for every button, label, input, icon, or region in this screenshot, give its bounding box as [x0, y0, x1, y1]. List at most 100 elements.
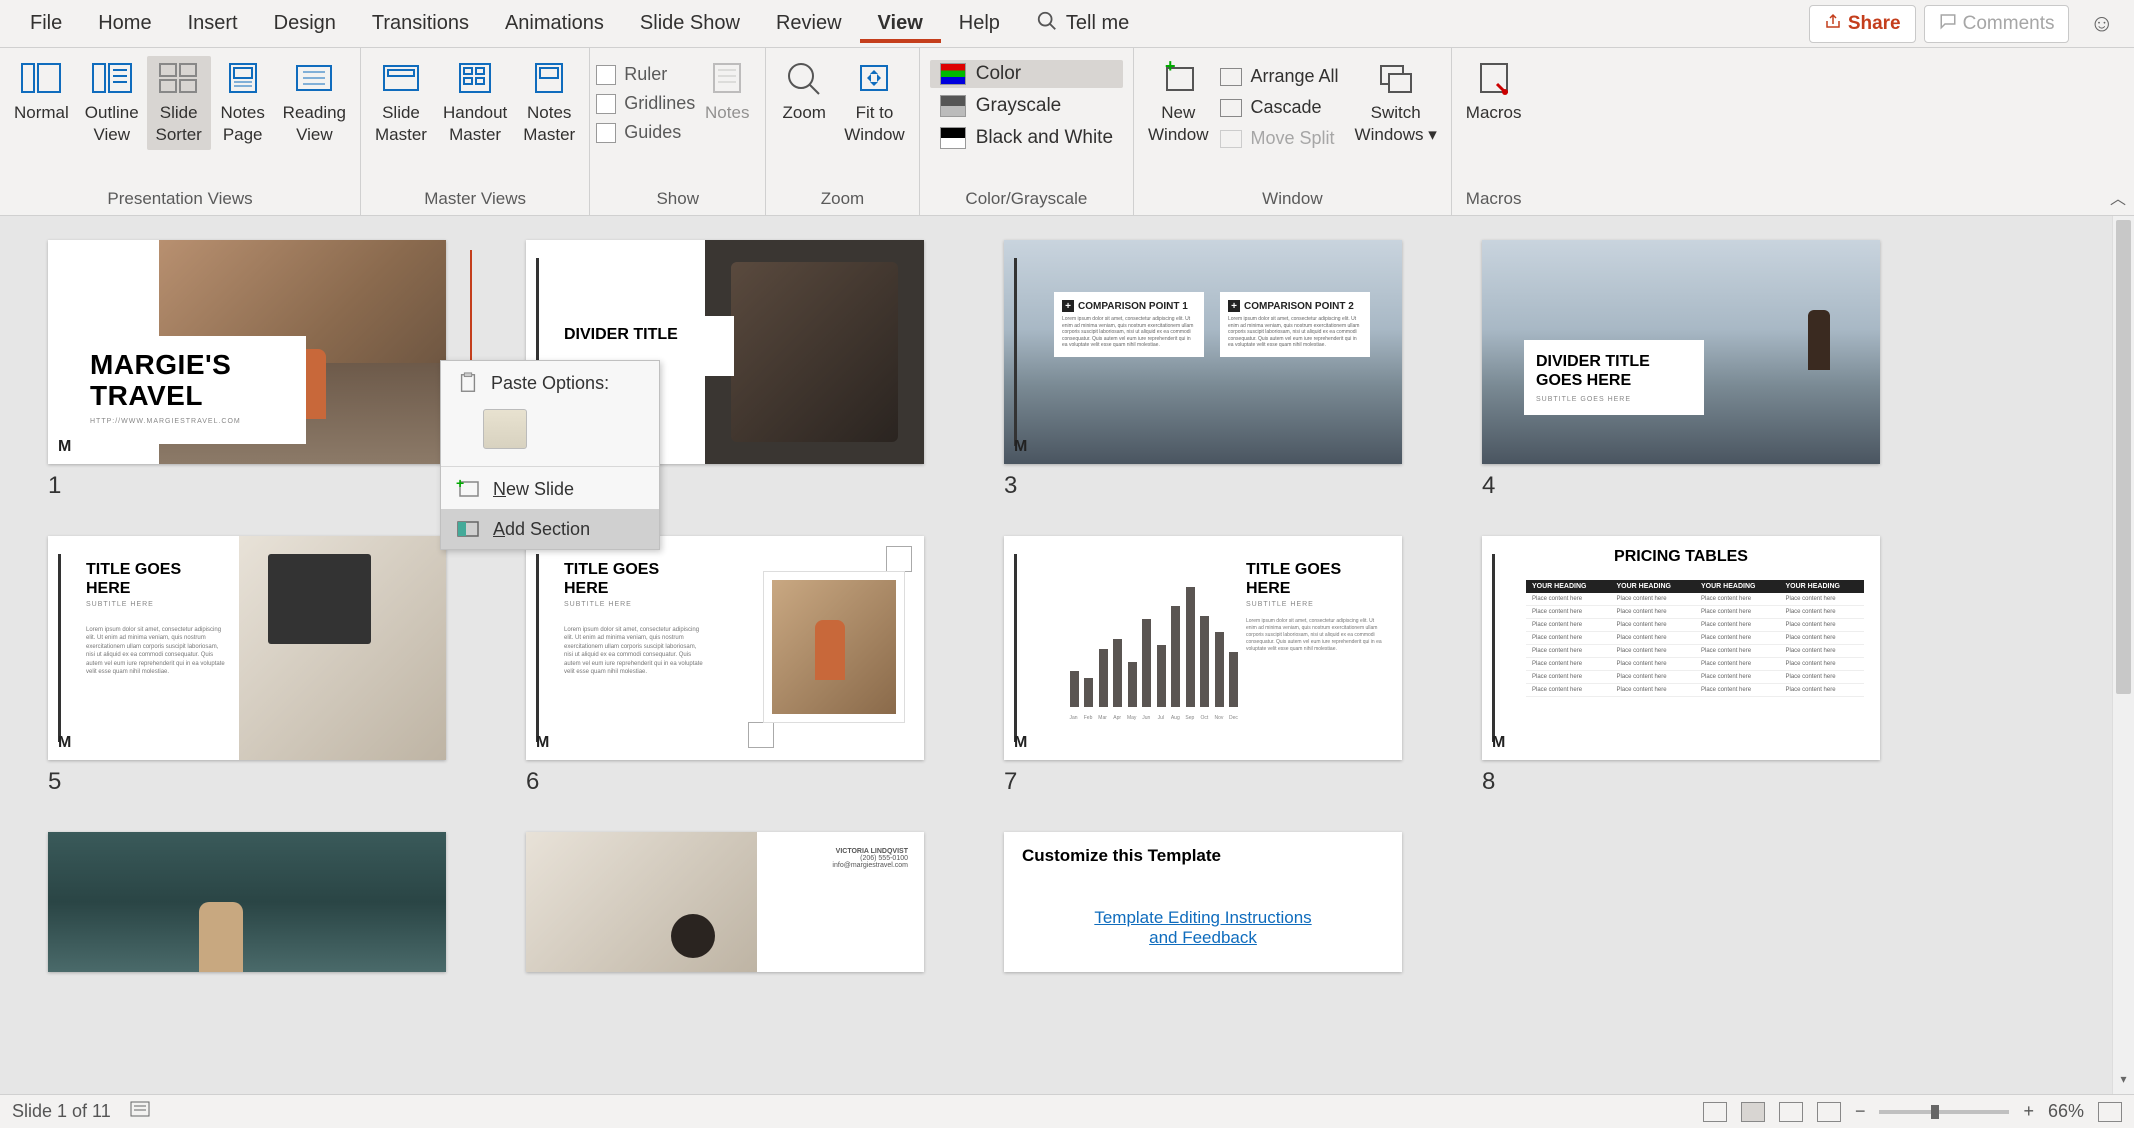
paste-options-header: Paste Options:	[441, 361, 659, 405]
fit-to-window-button[interactable]: Fit toWindow	[836, 56, 912, 150]
slide-master-button[interactable]: SlideMaster	[367, 56, 435, 150]
group-show: Ruler Gridlines Guides Notes Show	[590, 48, 766, 215]
group-label: Macros	[1452, 185, 1536, 215]
slide-thumb-7[interactable]: M JanFebMarAprMayJunJulAugSepOctNovDec T…	[1004, 536, 1402, 796]
macros-button[interactable]: Macros	[1458, 56, 1530, 128]
arrange-all-button[interactable]: Arrange All	[1220, 64, 1338, 89]
zoom-button[interactable]: Zoom	[772, 56, 836, 128]
slide-thumb-4[interactable]: DIVIDER TITLEGOES HERE SUBTITLE GOES HER…	[1482, 240, 1880, 500]
group-label: Zoom	[766, 185, 918, 215]
slide-sorter-view-icon[interactable]	[1741, 1102, 1765, 1122]
notes-button: Notes	[695, 56, 759, 128]
feedback-icon[interactable]: ☺	[2089, 10, 2114, 38]
black-white-option[interactable]: Black and White	[930, 124, 1123, 152]
cascade-button[interactable]: Cascade	[1220, 95, 1338, 120]
reading-view-icon[interactable]	[1779, 1102, 1803, 1122]
menu-animations[interactable]: Animations	[487, 4, 622, 43]
group-label: Presentation Views	[0, 185, 360, 215]
zoom-out-button[interactable]: −	[1855, 1101, 1866, 1122]
context-menu: Paste Options: + New Slide Add Section	[440, 360, 660, 550]
slide-number: 1	[48, 472, 446, 500]
share-label: Share	[1848, 13, 1901, 35]
outline-view-button[interactable]: OutlineView	[77, 56, 147, 150]
slide-title: MARGIE'STRAVEL	[90, 350, 292, 412]
normal-view-icon[interactable]	[1703, 1102, 1727, 1122]
menu-view[interactable]: View	[860, 4, 941, 43]
guides-checkbox[interactable]: Guides	[596, 122, 695, 143]
tell-me[interactable]: Tell me	[1018, 2, 1147, 46]
scrollbar-thumb[interactable]	[2116, 220, 2131, 694]
slide-thumb-3[interactable]: M +COMPARISON POINT 1 Lorem ipsum dolor …	[1004, 240, 1402, 500]
menu-help[interactable]: Help	[941, 4, 1018, 43]
slide-thumb-10[interactable]: VICTORIA LINDQVIST (206) 555-0100 info@m…	[526, 832, 924, 972]
slide-sorter-canvas[interactable]: MARGIE'STRAVEL HTTP://WWW.MARGIESTRAVEL.…	[0, 216, 2112, 1094]
slide-counter: Slide 1 of 11	[12, 1101, 111, 1122]
zoom-level[interactable]: 66%	[2048, 1101, 2084, 1122]
zoom-in-button[interactable]: +	[2023, 1101, 2034, 1122]
group-label: Window	[1134, 185, 1451, 215]
svg-text:+: +	[456, 478, 464, 491]
menu-design[interactable]: Design	[256, 4, 354, 43]
slide-thumb-6[interactable]: M TITLE GOESHERE SUBTITLE HERE Lorem ips…	[526, 536, 924, 796]
menu-review[interactable]: Review	[758, 4, 860, 43]
notes-master-button[interactable]: NotesMaster	[515, 56, 583, 150]
group-zoom: Zoom Fit toWindow Zoom	[766, 48, 919, 215]
comment-icon	[1939, 12, 1957, 36]
add-section-icon	[455, 517, 481, 541]
notes-page-button[interactable]: NotesPage	[211, 56, 275, 150]
group-presentation-views: Normal OutlineView SlideSorter NotesPage…	[0, 48, 361, 215]
slide-number: 7	[1004, 768, 1402, 796]
ruler-checkbox[interactable]: Ruler	[596, 64, 695, 85]
collapse-ribbon-icon[interactable]: ︿	[2110, 185, 2126, 209]
slide-sorter-button[interactable]: SlideSorter	[147, 56, 211, 150]
vertical-scrollbar[interactable]: ▴ ▾	[2112, 216, 2134, 1094]
slide-number: 3	[1004, 472, 1402, 500]
ribbon-view: Normal OutlineView SlideSorter NotesPage…	[0, 48, 2134, 216]
menu-slideshow[interactable]: Slide Show	[622, 4, 758, 43]
slide-number: 8	[1482, 768, 1880, 796]
gridlines-checkbox[interactable]: Gridlines	[596, 93, 695, 114]
menubar: File Home Insert Design Transitions Anim…	[0, 0, 2134, 48]
slideshow-view-icon[interactable]	[1817, 1102, 1841, 1122]
comments-button[interactable]: Comments	[1924, 5, 2070, 43]
group-label: Master Views	[361, 185, 589, 215]
share-button[interactable]: Share	[1809, 5, 1916, 43]
slide-thumb-1[interactable]: MARGIE'STRAVEL HTTP://WWW.MARGIESTRAVEL.…	[48, 240, 446, 500]
paste-icon	[455, 371, 481, 395]
color-option[interactable]: Color	[930, 60, 1123, 88]
menu-file[interactable]: File	[12, 4, 80, 43]
menu-insert[interactable]: Insert	[170, 4, 256, 43]
group-color-grayscale: Color Grayscale Black and White Color/Gr…	[920, 48, 1134, 215]
grayscale-option[interactable]: Grayscale	[930, 92, 1123, 120]
slide-thumb-8[interactable]: M PRICING TABLES YOUR HEADINGYOUR HEADIN…	[1482, 536, 1880, 796]
group-label: Show	[590, 185, 765, 215]
status-bar: Slide 1 of 11 − + 66%	[0, 1094, 2134, 1128]
scroll-down-icon[interactable]: ▾	[2113, 1072, 2134, 1094]
share-icon	[1824, 12, 1842, 36]
paste-option-keep-formatting[interactable]	[483, 409, 527, 449]
slide-thumb-5[interactable]: M TITLE GOESHERE SUBTITLE HERE Lorem ips…	[48, 536, 446, 796]
group-macros: Macros Macros	[1452, 48, 1536, 215]
menu-home[interactable]: Home	[80, 4, 169, 43]
slide-thumb-11[interactable]: Customize this Template Template Editing…	[1004, 832, 1402, 972]
reading-view-button[interactable]: ReadingView	[275, 56, 354, 150]
comments-label: Comments	[1963, 13, 2055, 35]
fit-to-window-icon[interactable]	[2098, 1102, 2122, 1122]
slide-number: 5	[48, 768, 446, 796]
new-slide-menuitem[interactable]: + New Slide	[441, 469, 659, 509]
svg-text:+: +	[1165, 60, 1176, 76]
tell-me-label: Tell me	[1066, 12, 1129, 35]
switch-windows-button[interactable]: SwitchWindows ▾	[1347, 56, 1445, 150]
bar-chart: JanFebMarAprMayJunJulAugSepOctNovDec	[1064, 576, 1244, 721]
move-split-button: Move Split	[1220, 126, 1338, 151]
group-window: + NewWindow Arrange All Cascade Move Spl…	[1134, 48, 1452, 215]
new-window-button[interactable]: + NewWindow	[1140, 56, 1216, 150]
menu-transitions[interactable]: Transitions	[354, 4, 487, 43]
notes-icon[interactable]	[129, 1100, 151, 1123]
handout-master-button[interactable]: HandoutMaster	[435, 56, 515, 150]
group-label: Color/Grayscale	[920, 185, 1133, 215]
add-section-menuitem[interactable]: Add Section	[441, 509, 659, 549]
normal-view-button[interactable]: Normal	[6, 56, 77, 128]
zoom-slider[interactable]	[1879, 1110, 2009, 1114]
slide-thumb-9[interactable]	[48, 832, 446, 972]
